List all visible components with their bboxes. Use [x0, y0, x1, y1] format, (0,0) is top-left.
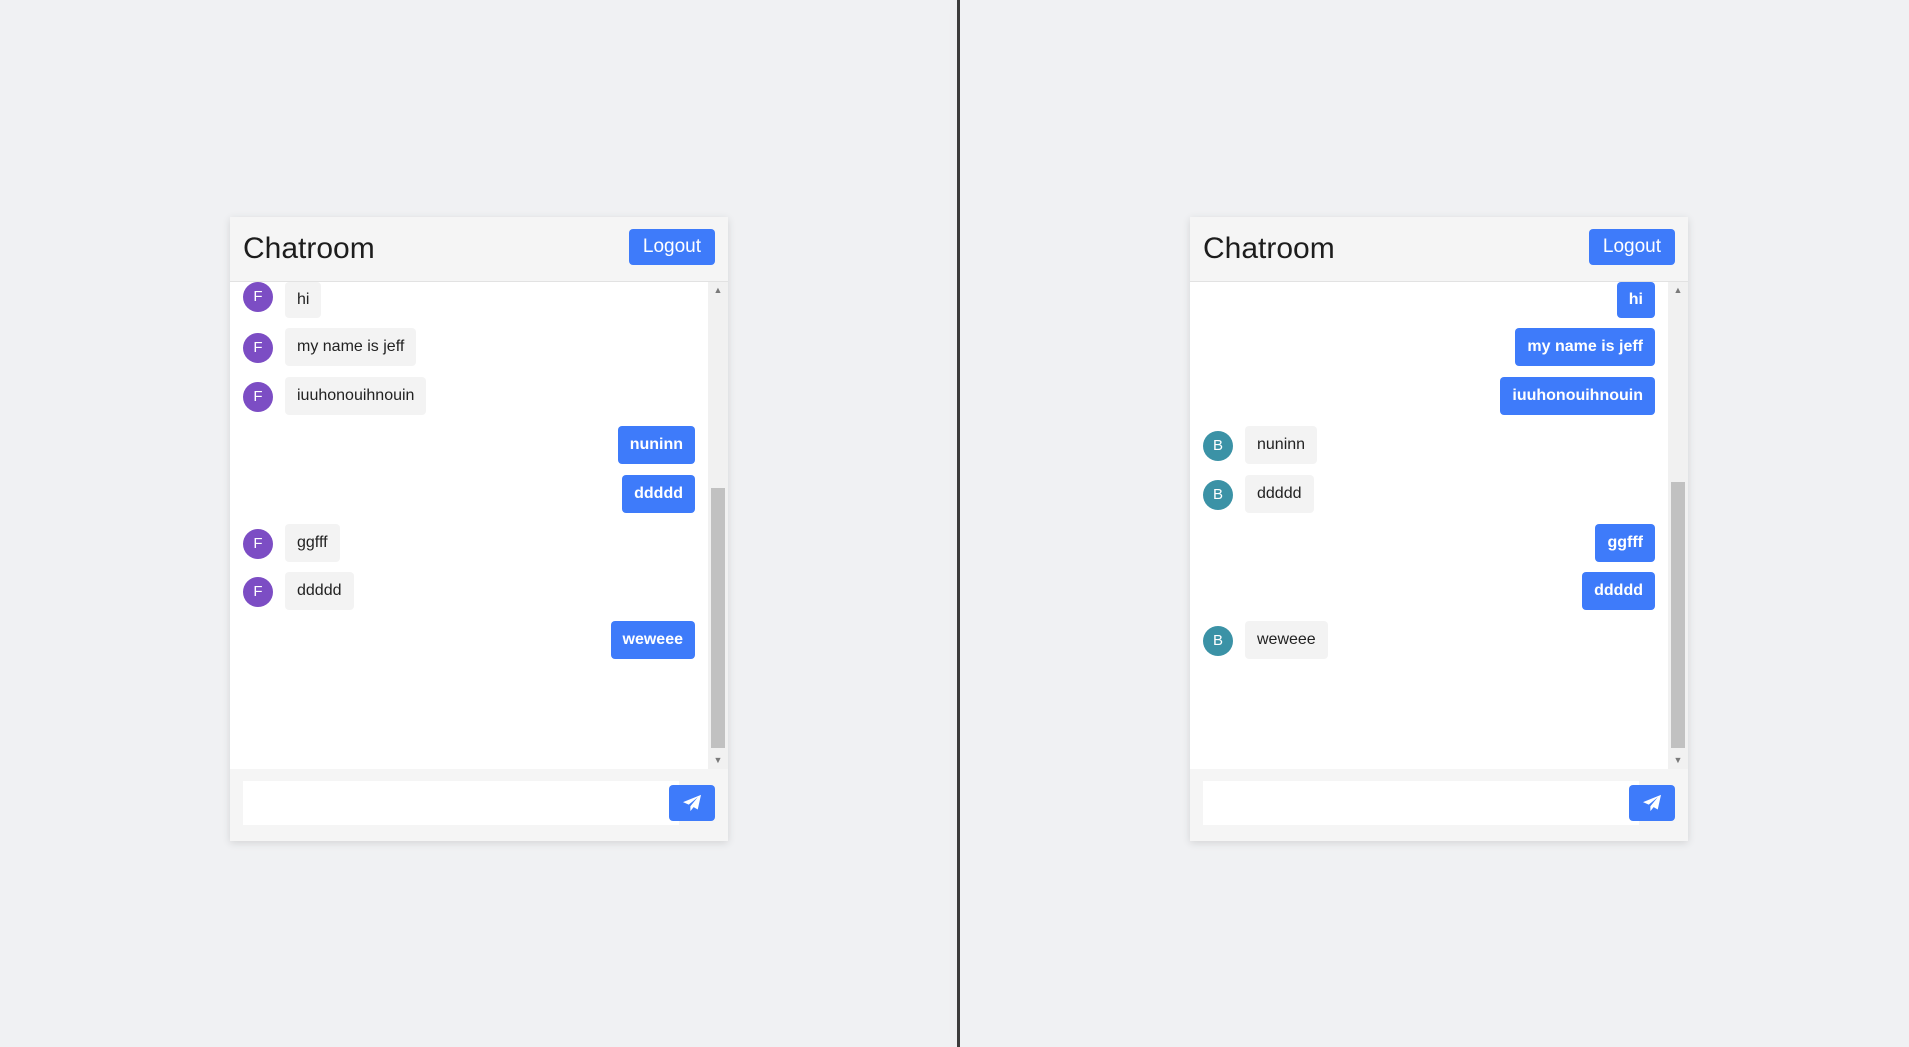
left-pane: Chatroom Logout F hi F my name is jeff F — [0, 0, 957, 1047]
chat-header: Chatroom Logout — [230, 217, 728, 282]
send-button[interactable] — [669, 785, 715, 821]
avatar: B — [1203, 626, 1233, 656]
message-bubble: iuuhonouihnouin — [285, 377, 427, 415]
message-row: F iuuhonouihnouin — [230, 377, 708, 423]
messages-area[interactable]: hi my name is jeff iuuhonouihnouin B nun… — [1190, 282, 1688, 769]
message-row: F hi — [230, 282, 708, 328]
message-row: nuninn — [230, 426, 708, 472]
scroll-thumb[interactable] — [1671, 482, 1685, 748]
message-input[interactable] — [1203, 781, 1639, 825]
scroll-thumb[interactable] — [711, 488, 725, 748]
message-row: hi — [1190, 282, 1668, 328]
message-row: weweee — [230, 621, 708, 667]
scroll-up-arrow-icon[interactable]: ▲ — [708, 282, 728, 299]
avatar: F — [243, 382, 273, 412]
message-row: B ddddd — [1190, 475, 1668, 521]
avatar: B — [1203, 431, 1233, 461]
scrollbar[interactable]: ▲ ▼ — [1668, 282, 1688, 769]
avatar: B — [1203, 480, 1233, 510]
message-bubble: nuninn — [1245, 426, 1318, 464]
message-row: iuuhonouihnouin — [1190, 377, 1668, 423]
chat-window: Chatroom Logout F hi F my name is jeff F — [230, 217, 728, 841]
avatar: F — [243, 577, 273, 607]
message-bubble: ddddd — [285, 572, 354, 610]
message-bubble: weweee — [610, 621, 695, 659]
message-bubble: weweee — [1245, 621, 1328, 659]
message-input[interactable] — [243, 781, 679, 825]
chat-window: Chatroom Logout hi my name is jeff iuuho… — [1190, 217, 1688, 841]
message-row: ddddd — [1190, 572, 1668, 618]
scroll-up-arrow-icon[interactable]: ▲ — [1668, 282, 1688, 299]
message-bubble: ddddd — [1245, 475, 1314, 513]
logout-button[interactable]: Logout — [628, 229, 715, 265]
paper-plane-icon — [1643, 794, 1661, 812]
message-bubble: ddddd — [1582, 572, 1655, 610]
avatar: F — [243, 333, 273, 363]
message-row: F ggfff — [230, 524, 708, 570]
message-list: F hi F my name is jeff F iuuhonouihnouin… — [230, 282, 708, 769]
avatar: F — [243, 529, 273, 559]
message-row: B weweee — [1190, 621, 1668, 667]
screen: Chatroom Logout F hi F my name is jeff F — [0, 0, 1909, 1047]
scroll-down-arrow-icon[interactable]: ▼ — [1668, 752, 1688, 769]
paper-plane-icon — [683, 794, 701, 812]
message-row: ddddd — [230, 475, 708, 521]
message-bubble: ggfff — [1595, 524, 1655, 562]
scroll-down-arrow-icon[interactable]: ▼ — [708, 752, 728, 769]
chat-title: Chatroom — [1203, 232, 1335, 265]
message-bubble: ggfff — [285, 524, 340, 562]
message-row: F ddddd — [230, 572, 708, 618]
message-bubble: my name is jeff — [1515, 328, 1655, 366]
message-row: ggfff — [1190, 524, 1668, 570]
message-input-bar — [1190, 769, 1688, 841]
message-input-bar — [230, 769, 728, 841]
chat-header: Chatroom Logout — [1190, 217, 1688, 282]
chat-title: Chatroom — [243, 232, 375, 265]
message-bubble: my name is jeff — [285, 328, 417, 366]
message-bubble: nuninn — [617, 426, 695, 464]
message-bubble: ddddd — [622, 475, 695, 513]
send-button[interactable] — [1629, 785, 1675, 821]
message-row: B nuninn — [1190, 426, 1668, 472]
message-bubble: iuuhonouihnouin — [1500, 377, 1655, 415]
messages-area[interactable]: F hi F my name is jeff F iuuhonouihnouin… — [230, 282, 728, 769]
message-list: hi my name is jeff iuuhonouihnouin B nun… — [1190, 282, 1668, 769]
avatar: F — [243, 282, 273, 312]
message-row: my name is jeff — [1190, 328, 1668, 374]
scrollbar[interactable]: ▲ ▼ — [708, 282, 728, 769]
message-row: F my name is jeff — [230, 328, 708, 374]
right-pane: Chatroom Logout hi my name is jeff iuuho… — [960, 0, 1909, 1047]
message-bubble: hi — [285, 282, 322, 318]
message-bubble: hi — [1616, 282, 1655, 318]
logout-button[interactable]: Logout — [1588, 229, 1675, 265]
